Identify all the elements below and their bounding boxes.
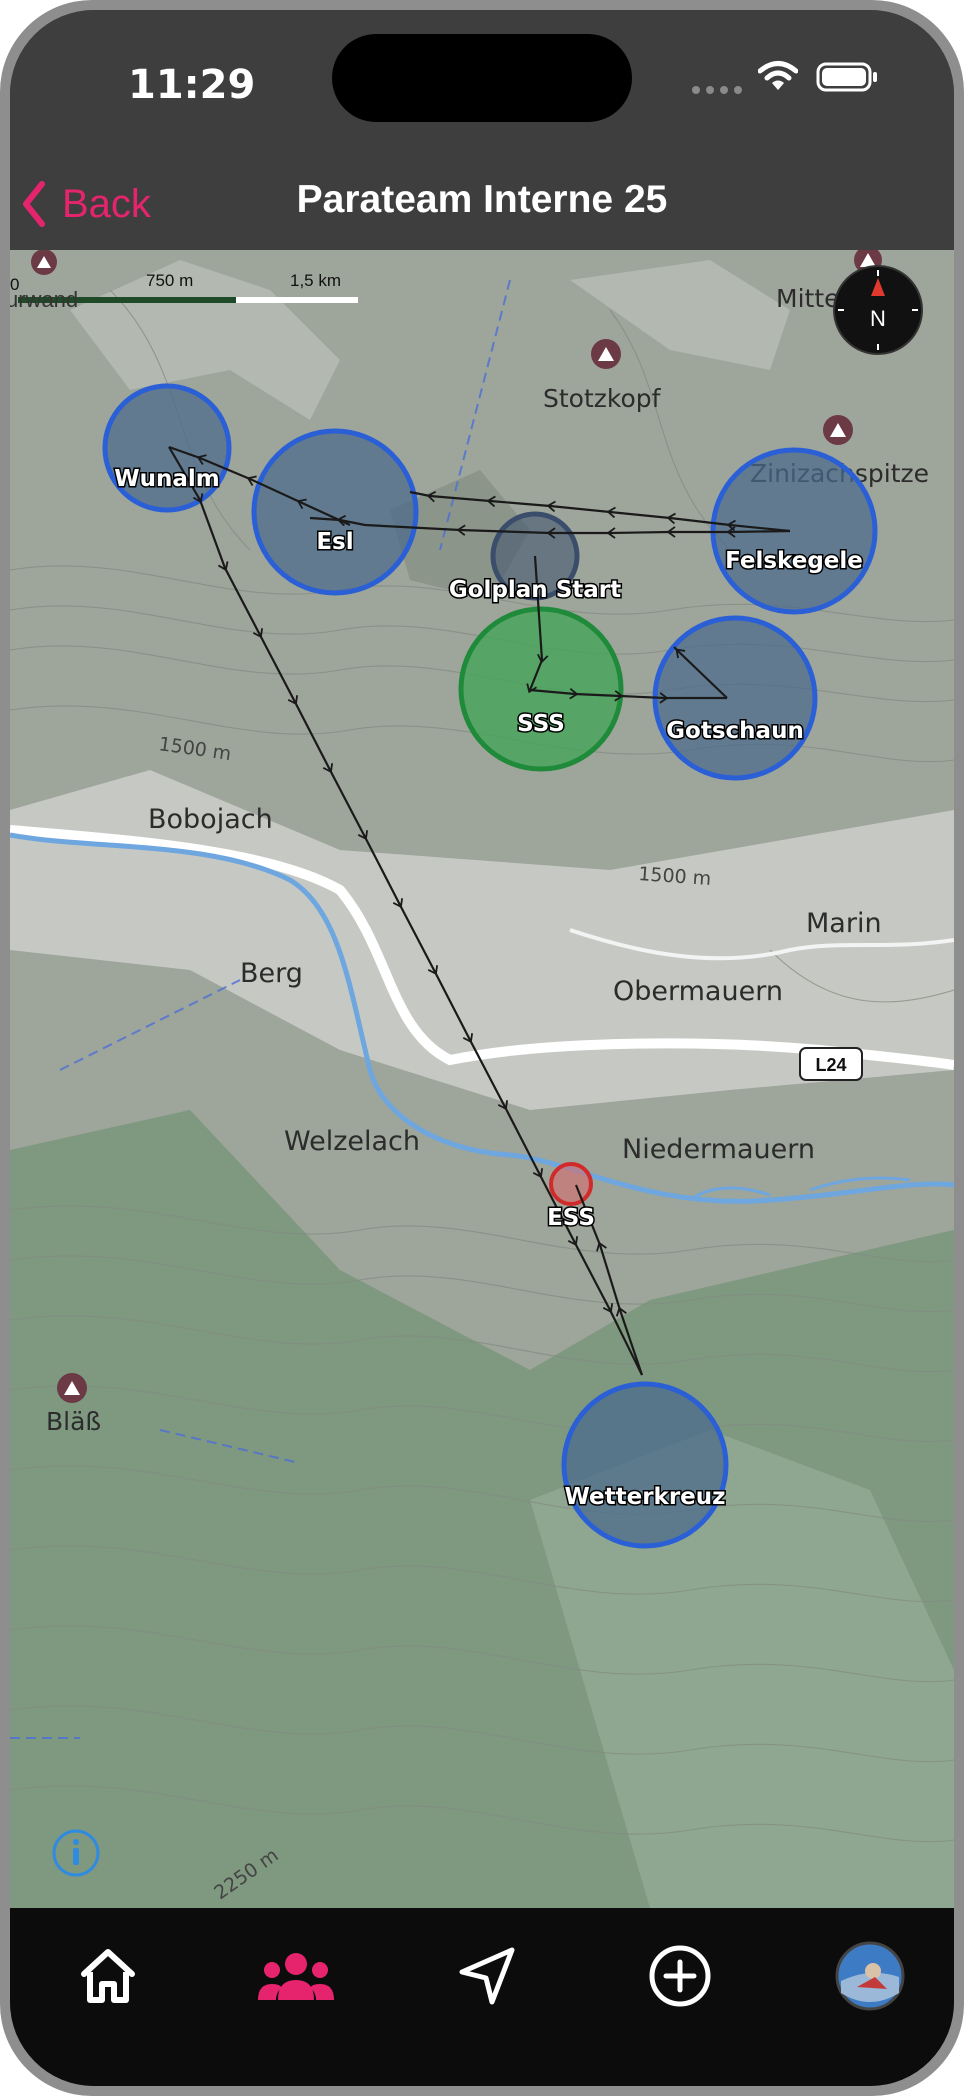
place-label-berg: Berg bbox=[240, 958, 303, 989]
place-label-stotzkopf: Stotzkopf bbox=[543, 384, 662, 413]
ess-cylinder[interactable] bbox=[549, 1162, 593, 1206]
peak-marker-zinizachspitze bbox=[823, 415, 853, 445]
place-label-welzelach: Welzelach bbox=[284, 1126, 420, 1157]
compass-button[interactable]: N bbox=[833, 265, 923, 355]
tab-add[interactable] bbox=[632, 1936, 728, 2016]
compass-north-label: N bbox=[870, 306, 886, 331]
peak-marker-stotzkopf bbox=[591, 339, 621, 369]
add-circle-icon bbox=[649, 1945, 711, 2007]
turnpoint-label-gotschaun: Gotschaun bbox=[666, 718, 804, 744]
status-bar: 11:29 bbox=[10, 10, 954, 160]
status-time: 11:29 bbox=[128, 62, 256, 108]
turnpoint-cylinder-wetterkreuz[interactable] bbox=[561, 1381, 729, 1549]
road-shield-l24: L24 bbox=[799, 1047, 863, 1081]
partial-place-label: urwand bbox=[10, 287, 78, 312]
task-map[interactable]: L24 0 750 m 1,5 km urwand Stotzkopf Mitt… bbox=[10, 250, 954, 1908]
phone-screen: 11:29 Back Parateam Interne 25 L24 0 750… bbox=[10, 10, 954, 2086]
battery-icon bbox=[816, 62, 877, 92]
turnpoint-label-felskegele: Felskegele bbox=[725, 548, 863, 574]
tab-profile[interactable] bbox=[822, 1936, 918, 2016]
turnpoint-label-wetterkreuz: Wetterkreuz bbox=[564, 1484, 725, 1510]
tab-navigate[interactable] bbox=[440, 1936, 536, 2016]
turnpoint-label-ess: ESS bbox=[547, 1205, 595, 1231]
road-shield-label: L24 bbox=[815, 1055, 846, 1075]
place-label-obermauern: Obermauern bbox=[613, 976, 783, 1007]
cellular-signal-icon bbox=[692, 86, 742, 94]
tab-bar bbox=[10, 1908, 954, 2086]
turnpoint-label-esl: Esl bbox=[316, 529, 353, 555]
scale-label-750m: 750 m bbox=[146, 271, 193, 290]
tab-teams[interactable] bbox=[248, 1936, 344, 2016]
navigation-bar: Back Parateam Interne 25 bbox=[10, 160, 954, 250]
place-label-blass: Bläß bbox=[46, 1407, 101, 1436]
map-canvas[interactable]: L24 0 750 m 1,5 km urwand Stotzkopf Mitt… bbox=[10, 250, 954, 1908]
peak-marker-top-left bbox=[31, 250, 57, 275]
place-label-bobojach: Bobojach bbox=[148, 804, 273, 835]
wifi-icon bbox=[758, 61, 798, 90]
navigation-icon bbox=[459, 1947, 515, 2005]
turnpoint-label-sss: SSS bbox=[517, 711, 565, 737]
turnpoint-label-golplan: Golplan Start bbox=[449, 577, 621, 603]
phone-device: 11:29 Back Parateam Interne 25 L24 0 750… bbox=[0, 0, 964, 2096]
turnpoint-label-wunalm: Wunalm bbox=[114, 466, 220, 492]
home-icon bbox=[81, 1949, 135, 2003]
turnpoint-cylinder-esl[interactable] bbox=[251, 428, 419, 596]
page-title: Parateam Interne 25 bbox=[296, 178, 668, 221]
tab-home[interactable] bbox=[60, 1936, 156, 2016]
place-label-niedermauern: Niedermauern bbox=[622, 1134, 815, 1165]
peak-marker-blass bbox=[57, 1373, 87, 1403]
place-label-marin: Marin bbox=[806, 908, 882, 939]
avatar bbox=[835, 1941, 905, 2011]
scale-label-1-5km: 1,5 km bbox=[290, 271, 341, 290]
dynamic-island bbox=[332, 34, 632, 122]
people-icon bbox=[258, 1953, 334, 2000]
